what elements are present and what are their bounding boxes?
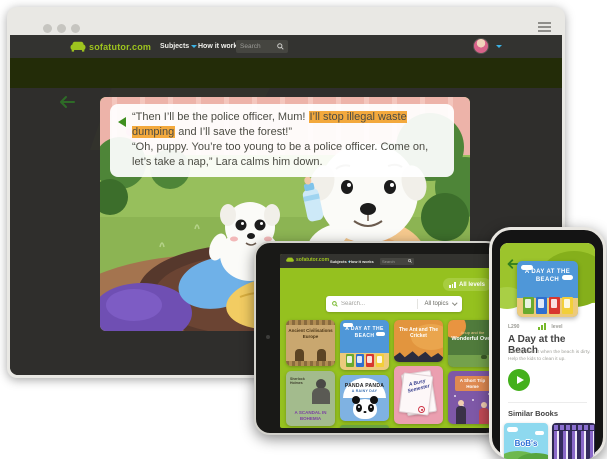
book-subtitle: Sherlock Holmes	[290, 377, 310, 385]
site-navbar: sofatutor.com Subjects How it works	[10, 35, 562, 58]
search-icon	[408, 259, 412, 263]
sofatutor-logo[interactable]: sofatutor.com	[70, 40, 151, 53]
book-cover-busy-semester[interactable]: A Busy Semester	[394, 366, 443, 424]
similar-book-cover-bobs[interactable]: BoB's	[504, 423, 548, 459]
nav-how-label: How it works	[349, 259, 374, 264]
nav-how-label: How it works	[198, 43, 241, 50]
audio-play-icon[interactable]	[118, 117, 126, 127]
story-paragraph-2: “Oh, puppy. You’re too young to be a pol…	[132, 140, 444, 170]
library-search-input[interactable]	[341, 301, 417, 307]
cloud	[535, 431, 544, 435]
story-paragraph-1: “Then I’ll be the police officer, Mum! I…	[132, 110, 444, 140]
all-topics-label: All topics	[424, 301, 448, 307]
book-level-row: L290 level	[508, 323, 563, 330]
cover-title: A DAY AT THE BEACH	[517, 268, 578, 284]
cover-ornament	[286, 320, 335, 325]
book-cover-ant-and-cricket[interactable]: The Ant and The Cricket	[394, 320, 443, 362]
book-cover-partial[interactable]	[340, 425, 389, 428]
book-title: PANDA PANDA	[343, 378, 386, 389]
all-levels-label: All levels	[459, 282, 485, 288]
cover-figure	[456, 406, 466, 424]
nav-subjects-label: Subjects	[330, 259, 347, 264]
levels-icon	[449, 282, 456, 288]
page-header-band	[10, 58, 562, 88]
sofatutor-logo[interactable]: sofatutor.com	[286, 257, 329, 263]
cover-figure	[479, 408, 489, 424]
avatar-dropdown-icon[interactable]	[496, 45, 502, 48]
nav-subjects[interactable]: Subjects	[160, 43, 197, 50]
search-input[interactable]	[382, 259, 408, 264]
phone-screen: A DAY AT THE BEACH L290 level A Day at t…	[500, 243, 595, 459]
book-title: A DAY AT THE BEACH	[340, 326, 389, 340]
play-book-button[interactable]	[508, 369, 530, 391]
browser-titlebar	[7, 7, 565, 35]
cover-figure	[481, 355, 487, 359]
story-text: “Then I’ll be the police officer, Mum!	[132, 111, 309, 123]
cover-title-strip	[554, 425, 594, 430]
story-text-box: “Then I’ll be the police officer, Mum! I…	[110, 104, 454, 177]
cover-ornament	[286, 361, 335, 366]
all-topics-dropdown[interactable]: All topics	[417, 299, 456, 309]
sofa-icon	[70, 41, 86, 52]
book-cover-scandal-in-bohemia[interactable]: Sherlock Holmes A Scandal in Bohemia	[286, 371, 335, 426]
recycling-bins	[340, 354, 389, 367]
library-search-bar[interactable]: All topics	[326, 296, 462, 312]
chevron-down-icon	[191, 45, 197, 48]
search-input[interactable]	[240, 43, 277, 50]
cover-trees	[554, 431, 594, 459]
tablet-device: sofatutor.com Subjects How it works All …	[254, 241, 502, 435]
nav-how-it-works[interactable]: How it works	[198, 43, 241, 50]
tablet-screen: sofatutor.com Subjects How it works All …	[280, 254, 500, 428]
nav-subjects[interactable]: Subjects	[330, 259, 350, 264]
cover-figure	[317, 349, 326, 361]
level-code: L290	[508, 324, 519, 330]
nav-how-it-works[interactable]: How it works	[349, 259, 374, 264]
chevron-down-icon	[452, 301, 457, 306]
cover-silhouettes	[394, 350, 443, 362]
similar-books-heading: Similar Books	[508, 409, 558, 418]
user-avatar[interactable]	[473, 38, 489, 54]
window-control-dot[interactable]	[71, 24, 80, 33]
book-description: Nobody likes it when the beach is dirty.…	[508, 349, 592, 363]
book-title: BoB's	[504, 439, 548, 448]
similar-book-cover-trees[interactable]	[552, 423, 595, 459]
tablet-camera	[266, 335, 270, 339]
back-arrow-icon[interactable]	[58, 94, 76, 110]
phone-device: A DAY AT THE BEACH L290 level A Day at t…	[489, 227, 606, 459]
window-control-dot[interactable]	[43, 24, 52, 33]
nav-subjects-label: Subjects	[160, 43, 189, 50]
logo-text: sofatutor.com	[89, 42, 151, 52]
all-levels-button[interactable]: All levels	[443, 278, 491, 291]
umbrella: PANDA PANDA A RAINY DAY	[343, 378, 386, 398]
cover-figure	[312, 388, 330, 404]
cloud	[507, 427, 518, 432]
book-cover-ancient-civilisations[interactable]: Ancient Civilisations Europe	[286, 320, 335, 366]
sofa-icon	[286, 257, 294, 263]
divider	[508, 402, 587, 403]
story-text: and I’ll save the forest!”	[175, 126, 292, 138]
search-icon	[277, 43, 284, 50]
level-label: level	[551, 324, 562, 330]
book-title: A Scandal in Bohemia	[288, 410, 333, 421]
book-title: A Short Trip Home	[455, 376, 490, 391]
tablet-navbar-search[interactable]	[380, 258, 414, 265]
window-control-dot[interactable]	[57, 24, 66, 33]
book-cover-day-at-the-beach[interactable]: A DAY AT THE BEACH	[340, 320, 389, 370]
panda-face	[353, 399, 377, 419]
book-cover-panda-panda[interactable]: PANDA PANDA A RAINY DAY	[340, 375, 389, 421]
cover-figure	[295, 349, 304, 361]
level-icon	[538, 323, 546, 330]
navbar-search-box[interactable]	[236, 40, 288, 53]
logo-text: sofatutor.com	[296, 257, 329, 263]
search-icon	[332, 301, 338, 307]
tablet-navbar: sofatutor.com Subjects How it works	[280, 254, 500, 268]
recycling-bins	[517, 297, 578, 314]
book-cover-day-at-the-beach[interactable]: A DAY AT THE BEACH	[517, 261, 578, 317]
book-title: Ancient Civilisations Europe	[288, 328, 333, 339]
book-subtitle: A RAINY DAY	[343, 389, 386, 393]
browser-menu-icon[interactable]	[538, 22, 551, 32]
book-title: The Ant and The Cricket	[397, 327, 440, 339]
